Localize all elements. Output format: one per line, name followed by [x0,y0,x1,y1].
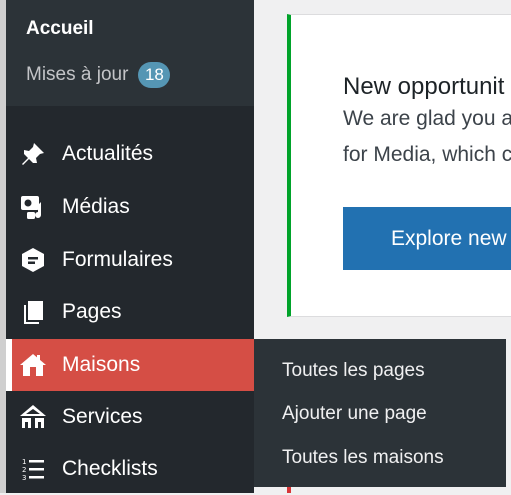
menu-label-services: Services [62,405,143,428]
menu-label-checklists: Checklists [62,457,158,480]
updates-label: Mises à jour [26,64,129,86]
svg-text:1: 1 [22,458,26,466]
menu-label-medias: Médias [62,195,130,218]
checklist-icon: 123 [18,454,48,484]
maisons-flyout-submenu: Toutes les pages Ajouter une page Toutes… [254,339,506,487]
menu-item-services[interactable]: Services [6,391,254,443]
menu-label-formulaires: Formulaires [62,248,173,271]
menu-item-pages[interactable]: Pages [6,286,254,338]
svg-text:3: 3 [22,474,26,482]
menu-item-checklists[interactable]: 123 Checklists [6,443,254,495]
notice-title: New opportunit [343,73,505,100]
menu-item-formulaires[interactable]: Formulaires [6,234,254,286]
house-icon [18,350,48,380]
flyout-all-pages[interactable]: Toutes les pages [282,360,425,382]
explore-button[interactable]: Explore new f [343,207,511,270]
notice-text-line-2: for Media, which c [343,143,511,166]
svg-text:2: 2 [22,466,26,474]
notice-edge [287,487,291,493]
pages-icon [18,297,48,327]
menu-item-actualites[interactable]: Actualités [6,128,254,180]
pin-icon [18,139,48,169]
menu-label-pages: Pages [62,300,122,323]
media-icon [18,192,48,222]
flyout-all-houses[interactable]: Toutes les maisons [282,447,444,469]
submenu-home[interactable]: Accueil [26,18,94,40]
menu-label-maisons: Maisons [62,353,141,376]
flyout-add-page[interactable]: Ajouter une page [282,403,427,425]
menu-label-actualites: Actualités [62,142,154,165]
services-icon [18,402,48,432]
forms-icon [18,245,48,275]
submenu-updates[interactable]: Mises à jour 18 [26,62,171,88]
dashboard-submenu: Accueil Mises à jour 18 [6,0,254,106]
notice-box: New opportunit We are glad you a for Med… [287,14,511,317]
menu-item-medias[interactable]: Médias [6,181,254,233]
updates-count-badge: 18 [138,62,171,88]
notice-text-line-1: We are glad you a [343,107,511,130]
menu-item-maisons[interactable]: Maisons [6,339,266,391]
